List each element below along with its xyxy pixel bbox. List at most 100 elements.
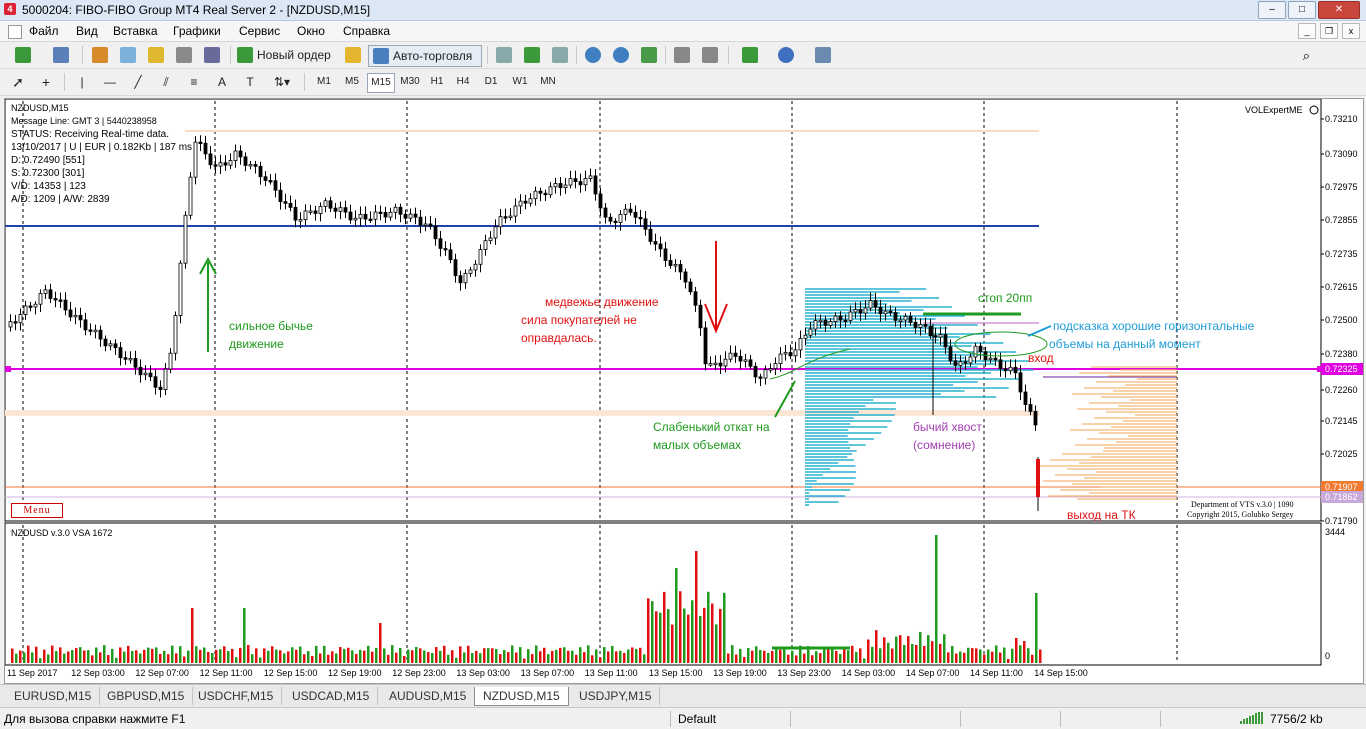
magnifier-icon[interactable]: ⌕ — [1303, 48, 1310, 64]
status-divider — [960, 711, 961, 727]
time-axis-label: 13 Sep 23:00 — [777, 668, 831, 678]
terminal-button[interactable] — [174, 45, 194, 65]
tab-eurusd[interactable]: EURUSD,M15 — [6, 687, 101, 705]
zoom-out-button[interactable] — [611, 45, 631, 65]
tile-windows-button[interactable] — [639, 45, 659, 65]
tf-m5[interactable]: M5 — [340, 73, 364, 91]
volume-bar — [747, 647, 750, 663]
volume-scale-min: 0 — [1325, 651, 1330, 661]
horizontal-line-button[interactable]: — — [100, 72, 120, 92]
maximize-button[interactable]: □ — [1288, 1, 1316, 19]
close-button[interactable]: ✕ — [1318, 1, 1360, 19]
volume-bar — [475, 650, 478, 663]
candle-body — [633, 211, 638, 218]
candlestick-button[interactable] — [522, 45, 542, 65]
menu-button[interactable]: Menu — [11, 503, 63, 518]
text-button[interactable]: A — [212, 72, 232, 92]
price-axis-label: 0.72855 — [1325, 215, 1358, 225]
tf-w1[interactable]: W1 — [509, 73, 531, 91]
new-order-button[interactable]: Новый ордер — [237, 45, 337, 65]
zoom-in-button[interactable] — [583, 45, 603, 65]
mdi-restore-button[interactable]: ❐ — [1320, 23, 1338, 39]
navigator-icon — [148, 47, 164, 63]
price-axis-label: 0.73210 — [1325, 114, 1358, 124]
volume-bar — [283, 653, 286, 663]
dept-line-1: Department of VTS v.3.0 | 1090 — [1191, 500, 1293, 509]
tab-usdchf[interactable]: USDCHF,M15 — [190, 687, 283, 705]
cursor-button[interactable]: ➚ — [8, 72, 28, 92]
new-chart-button[interactable] — [8, 45, 38, 65]
candle-body — [173, 315, 178, 354]
tab-gbpusd[interactable]: GBPUSD,M15 — [99, 687, 194, 705]
tf-m1[interactable]: M1 — [312, 73, 336, 91]
mdi-minimize-button[interactable]: _ — [1298, 23, 1316, 39]
volume-bar — [219, 649, 222, 663]
annotation-pullback-2: малых объемах — [653, 438, 741, 452]
price-chart[interactable]: 0.73210 0.73090 0.72975 0.72855 0.72735 0.726… — [5, 99, 1363, 683]
candle-body — [558, 183, 563, 188]
candle-body — [363, 213, 368, 220]
bar-chart-button[interactable] — [494, 45, 514, 65]
tab-usdjpy[interactable]: USDJPY,M15 — [571, 687, 661, 705]
trendline-button[interactable]: ╱ — [128, 72, 148, 92]
time-axis-label: 14 Sep 07:00 — [906, 668, 960, 678]
volume-bar — [467, 645, 470, 663]
mdi-close-button[interactable]: x — [1342, 23, 1360, 39]
menu-file[interactable]: Файл — [29, 24, 59, 38]
autotrading-button[interactable]: Авто-торговля — [368, 45, 482, 67]
chart-shift-button[interactable] — [700, 45, 720, 65]
volume-bar — [1007, 659, 1010, 663]
periods-button[interactable] — [771, 45, 801, 65]
minimize-button[interactable]: – — [1258, 1, 1286, 19]
tf-h1[interactable]: H1 — [427, 73, 447, 91]
dept-line-2: Copyright 2015, Golubko Sergey — [1187, 510, 1294, 519]
candle-body — [703, 327, 708, 365]
candle-body — [588, 175, 593, 179]
candle-body — [33, 303, 38, 308]
menu-help[interactable]: Справка — [343, 24, 390, 38]
meta-editor-button[interactable] — [343, 45, 363, 65]
tab-usdcad[interactable]: USDCAD,M15 — [284, 687, 379, 705]
candle-body — [743, 359, 748, 362]
tab-nzdusd[interactable]: NZDUSD,M15 — [474, 687, 569, 706]
menu-window[interactable]: Окно — [297, 24, 325, 38]
toolbar-separator — [82, 46, 83, 64]
tf-mn[interactable]: MN — [537, 73, 559, 91]
channel-button[interactable]: ⫽ — [156, 72, 176, 92]
market-watch-button[interactable] — [90, 45, 110, 65]
line-chart-button[interactable] — [550, 45, 570, 65]
candle-body — [893, 312, 898, 321]
tf-m15[interactable]: M15 — [367, 73, 395, 93]
tf-h4[interactable]: H4 — [453, 73, 473, 91]
navigator-button[interactable] — [146, 45, 166, 65]
tf-d1[interactable]: D1 — [481, 73, 501, 91]
volume-bar — [339, 647, 342, 663]
chart-window[interactable]: 0.73210 0.73090 0.72975 0.72855 0.72735 0.726… — [4, 98, 1364, 684]
tf-m30[interactable]: M30 — [397, 73, 423, 91]
candle-body — [1003, 368, 1008, 372]
vertical-line-button[interactable]: | — [72, 72, 92, 92]
crosshair-button[interactable]: + — [36, 72, 56, 92]
arrows-button[interactable]: ⇅▾ — [266, 72, 298, 92]
candle-body — [748, 359, 753, 367]
volume-bar — [623, 653, 626, 663]
menu-tools[interactable]: Сервис — [239, 24, 280, 38]
trendline-icon: ╱ — [134, 75, 142, 89]
menu-view[interactable]: Вид — [76, 24, 98, 38]
candle-body — [758, 376, 763, 379]
fibo-button[interactable]: ≡ — [184, 72, 204, 92]
data-window-button[interactable] — [118, 45, 138, 65]
candle-body — [358, 213, 363, 219]
candle-body — [878, 306, 883, 315]
volume-bar — [951, 645, 954, 663]
tester-button[interactable] — [202, 45, 222, 65]
menu-insert[interactable]: Вставка — [113, 24, 158, 38]
profiles-button[interactable] — [46, 45, 76, 65]
candle-body — [803, 334, 808, 339]
templates-button[interactable] — [807, 45, 839, 65]
tab-audusd[interactable]: AUDUSD,M15 — [381, 687, 476, 705]
text-label-button[interactable]: T — [240, 72, 260, 92]
indicators-button[interactable] — [735, 45, 765, 65]
menu-charts[interactable]: Графики — [173, 24, 221, 38]
autoscroll-button[interactable] — [672, 45, 692, 65]
